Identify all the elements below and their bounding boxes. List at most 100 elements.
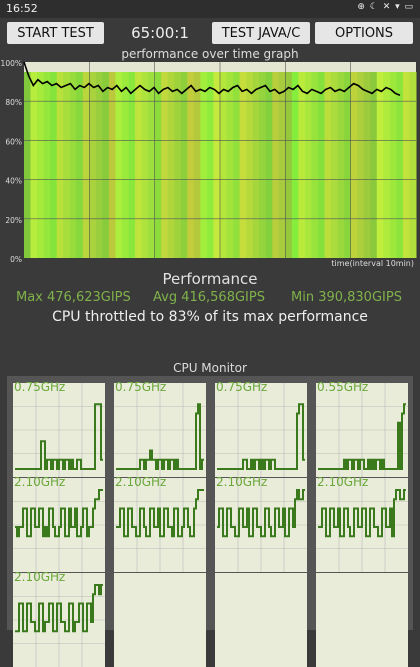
cpu-core-cell: 2.10GHz <box>215 475 307 572</box>
graph-fill-stripe <box>37 72 45 258</box>
graph-fill-stripe <box>24 72 32 258</box>
status-time: 16:52 <box>6 2 38 15</box>
cpu-core-cell: 2.10GHz <box>114 475 206 572</box>
cpu-core-cell: 2.10GHz <box>316 475 408 572</box>
graph-fill-stripe <box>233 72 241 258</box>
graph-fill-stripe <box>50 72 58 258</box>
graph-x-label: time(interval 10min) <box>331 259 414 268</box>
options-button[interactable]: OPTIONS <box>315 22 413 44</box>
graph-fill-stripe <box>409 72 417 258</box>
graph-fill-stripe <box>102 72 110 258</box>
graph-fill-stripe <box>226 72 234 258</box>
performance-title: Performance <box>162 270 258 288</box>
graph-fill-stripe <box>272 72 280 258</box>
graph-fill-stripe <box>278 72 286 258</box>
graph-fill-stripe <box>383 72 391 258</box>
min-stat: Min 390,830GIPS <box>291 290 402 305</box>
cpu-core-graph <box>114 383 206 477</box>
graph-fill-stripe <box>148 72 156 258</box>
cpu-core-graph <box>13 383 105 477</box>
graph-fill-stripe <box>402 72 410 258</box>
graph-fill-stripe <box>206 72 214 258</box>
graph-fill-stripe <box>252 72 260 258</box>
start-test-button[interactable]: START TEST <box>7 22 104 44</box>
graph-fill-stripe <box>318 72 326 258</box>
graph-fill-stripe <box>141 72 149 258</box>
cpu-core-frequency: 2.10GHz <box>14 475 66 489</box>
cpu-core-graph <box>215 383 307 477</box>
graph-fill-stripe <box>220 72 228 258</box>
cpu-core-frequency: 2.10GHz <box>115 475 167 489</box>
cpu-core-frequency: 0.75GHz <box>14 380 66 394</box>
status-bar: 16:52 ⊕ ☾ ✕ ▾ ▭ <box>0 0 420 18</box>
cpu-core-graph <box>114 478 206 572</box>
graph-fill-stripe <box>396 72 404 258</box>
graph-fill-stripe <box>76 72 84 258</box>
graph-fill-stripe <box>115 72 123 258</box>
graph-fill-stripe <box>135 72 143 258</box>
graph-fill-stripe <box>69 72 77 258</box>
graph-fill-stripe <box>187 72 195 258</box>
graph-fill-stripe <box>376 72 384 258</box>
cpu-core-graph <box>215 478 307 572</box>
graph-fill-stripe <box>265 72 273 258</box>
graph-fill-stripe <box>180 72 188 258</box>
graph-fill-stripe <box>363 72 371 258</box>
avg-stat: Avg 416,568GIPS <box>153 290 265 305</box>
graph-fill-stripe <box>259 72 267 258</box>
cpu-core-frequency: 2.10GHz <box>216 475 268 489</box>
graph-fill-stripe <box>213 72 221 258</box>
cpu-core-cell: 0.75GHz <box>13 380 105 477</box>
graph-fill-stripe <box>370 72 378 258</box>
graph-fill-stripe <box>344 72 352 258</box>
cpu-core-cell: 0.55GHz <box>316 380 408 477</box>
graph-fill-stripe <box>193 72 201 258</box>
cpu-core-cell: 2.10GHz <box>13 570 105 667</box>
graph-fill-stripe <box>337 72 345 258</box>
graph-fill-stripe <box>128 72 136 258</box>
y-tick-label: 20% <box>5 216 22 225</box>
graph-fill-stripe <box>200 72 208 258</box>
graph-fill-stripe <box>350 72 358 258</box>
y-tick-label: 80% <box>5 98 22 107</box>
status-icons: ⊕ ☾ ✕ ▾ ▭ <box>357 2 414 12</box>
graph-fill-stripe <box>161 72 169 258</box>
cpu-core-graph <box>13 478 105 572</box>
cpu-monitor-title: CPU Monitor <box>173 361 247 375</box>
graph-fill-stripe <box>30 72 38 258</box>
cpu-core-cell <box>215 573 307 667</box>
cpu-core-cell: 2.10GHz <box>13 475 105 572</box>
graph-fill-stripe <box>298 72 306 258</box>
graph-fill-stripe <box>304 72 312 258</box>
graph-fill-stripe <box>357 72 365 258</box>
graph-fill-stripe <box>154 72 162 258</box>
graph-fill-stripe <box>89 72 97 258</box>
graph-fill-stripe <box>174 72 182 258</box>
graph-fill-stripe <box>122 72 130 258</box>
graph-fill-stripe <box>324 72 332 258</box>
graph-y-ticks: 100% 80% 60% 40% 20% 0% <box>1 59 22 264</box>
test-java-button[interactable]: TEST JAVA/C <box>212 22 310 44</box>
graph-fill-stripe <box>108 72 116 258</box>
cpu-core-frequency: 2.10GHz <box>14 570 66 584</box>
graph-fill-stripe <box>311 72 319 258</box>
graph-fill-stripe <box>246 72 254 258</box>
cpu-core-cell <box>316 573 408 667</box>
cpu-core-graph <box>316 383 408 477</box>
cpu-core-frequency: 0.55GHz <box>317 380 369 394</box>
performance-graph: 100% 80% 60% 40% 20% 0% time(interval 10min) <box>1 59 417 268</box>
cpu-core-graph <box>316 478 408 572</box>
graph-fill-stripe <box>82 72 90 258</box>
y-tick-label: 40% <box>5 177 22 186</box>
cpu-core-graph <box>13 573 105 667</box>
graph-fill-stripe <box>291 72 299 258</box>
cpu-core-cell <box>114 573 206 667</box>
graph-fill-stripe <box>56 72 64 258</box>
max-stat: Max 476,623GIPS <box>16 290 131 305</box>
cpu-core-cell: 0.75GHz <box>215 380 307 477</box>
cpu-core-cell: 0.75GHz <box>114 380 206 477</box>
cpu-core-frequency: 0.75GHz <box>115 380 167 394</box>
cpu-core-frequency: 2.10GHz <box>317 475 369 489</box>
y-tick-label: 60% <box>5 137 22 146</box>
graph-fill-stripe <box>167 72 175 258</box>
